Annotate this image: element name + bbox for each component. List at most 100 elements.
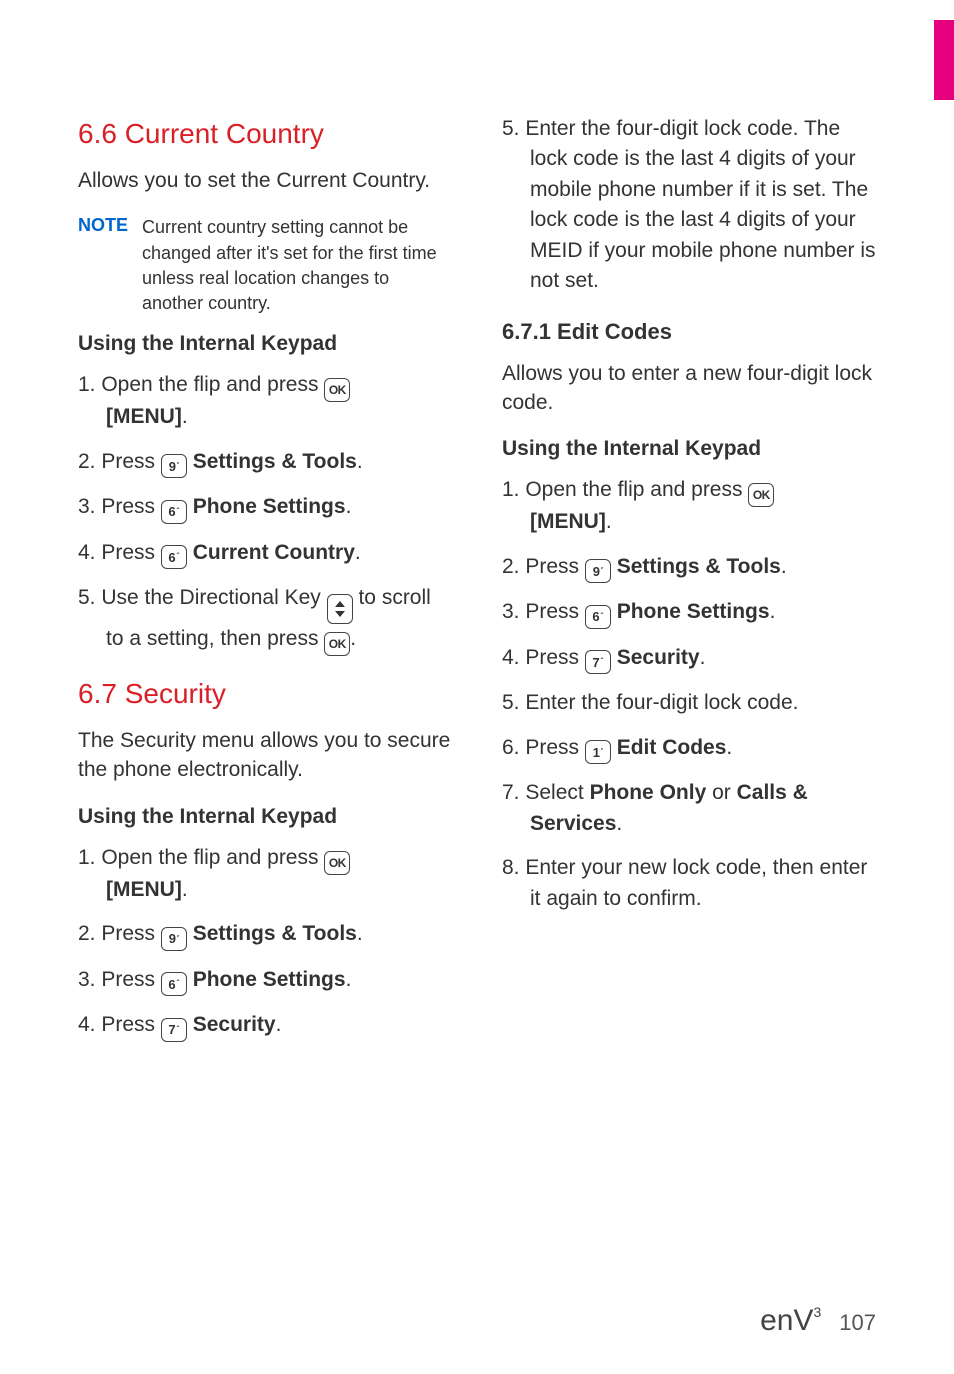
key-7-icon: 7ˆ [585, 650, 611, 674]
page-number: 107 [839, 1310, 876, 1336]
period: . [726, 736, 732, 759]
step-4: 4. Press 7ˆ Security. [502, 643, 876, 675]
left-column: 6.6 Current Country Allows you to set th… [78, 110, 452, 1056]
key-label: 9 [169, 460, 176, 473]
step-2: 2. Press 9′ Settings & Tools. [78, 447, 452, 479]
step-1: 1. Open the flip and press OK [MENU]. [502, 475, 876, 537]
period: . [781, 555, 787, 578]
key-label: 9 [169, 932, 176, 945]
note-label: NOTE [78, 215, 128, 316]
phone-settings-label: Phone Settings [193, 968, 346, 991]
page-content: 6.6 Current Country Allows you to set th… [0, 0, 954, 1056]
key-6-icon: 6ˆ [585, 605, 611, 629]
menu-label: [MENU] [106, 405, 182, 428]
period: . [355, 541, 361, 564]
current-country-label: Current Country [193, 541, 355, 564]
security-label: Security [617, 646, 700, 669]
note-block: NOTE Current country setting cannot be c… [78, 215, 452, 316]
step-text: or [712, 781, 737, 804]
key-sup: ′ [601, 567, 603, 575]
step-8: 8. Enter your new lock code, then enter … [502, 853, 876, 914]
step-5: 5. Enter the four-digit lock code. The l… [502, 114, 876, 297]
step-text: 1. Open the flip and press [78, 373, 324, 396]
key-6-icon: 6ˆ [161, 545, 187, 569]
key-label: 7 [168, 1023, 175, 1036]
step-text: 4. Press [78, 1013, 161, 1036]
key-1-icon: 1′ [585, 740, 611, 764]
logo-superscript: 3 [813, 1304, 821, 1320]
period: . [616, 812, 622, 835]
step-text: 7. Select [502, 781, 590, 804]
period: . [346, 495, 352, 518]
step-3: 3. Press 6ˆ Phone Settings. [502, 597, 876, 629]
keypad-heading: Using the Internal Keypad [78, 805, 452, 829]
section-6-7-intro: The Security menu allows you to secure t… [78, 726, 452, 785]
step-text: 4. Press [78, 541, 161, 564]
key-label: 1 [593, 746, 600, 759]
period: . [346, 968, 352, 991]
period: . [700, 646, 706, 669]
period: . [357, 450, 363, 473]
step-1: 1. Open the flip and press OK [MENU]. [78, 370, 452, 432]
step-text: 2. Press [502, 555, 585, 578]
step-text: 1. Open the flip and press [78, 846, 324, 869]
key-sup: ˆ [601, 658, 604, 666]
brand-logo: enV3 [760, 1304, 821, 1338]
section-6-7-heading: 6.7 Security [78, 678, 452, 710]
ok-key-icon: OK [324, 632, 350, 656]
note-body: Current country setting cannot be change… [142, 215, 452, 316]
key-sup: ′ [177, 462, 179, 470]
ok-key-icon: OK [324, 378, 350, 402]
key-label: 7 [592, 656, 599, 669]
step-text: 5. Use the Directional Key [78, 586, 327, 609]
key-label: 6 [168, 505, 175, 518]
step-3: 3. Press 6ˆ Phone Settings. [78, 492, 452, 524]
period: . [350, 627, 356, 650]
page-footer: enV3 107 [760, 1304, 876, 1338]
right-column: 5. Enter the four-digit lock code. The l… [502, 110, 876, 1056]
key-7-icon: 7ˆ [161, 1018, 187, 1042]
settings-tools-label: Settings & Tools [193, 450, 357, 473]
step-text: 3. Press [78, 968, 161, 991]
key-sup: ′ [177, 935, 179, 943]
key-sup: ˆ [601, 613, 604, 621]
key-sup: ˆ [177, 553, 180, 561]
step-3: 3. Press 6ˆ Phone Settings. [78, 965, 452, 997]
ok-key-icon: OK [324, 851, 350, 875]
step-6: 6. Press 1′ Edit Codes. [502, 733, 876, 765]
logo-text: enV [760, 1304, 813, 1337]
keypad-heading: Using the Internal Keypad [502, 437, 876, 461]
step-2: 2. Press 9′ Settings & Tools. [502, 552, 876, 584]
key-sup: ˆ [177, 980, 180, 988]
step-text: 3. Press [502, 600, 585, 623]
directional-key-icon [327, 594, 353, 624]
step-7: 7. Select Phone Only or Calls & Services… [502, 778, 876, 839]
key-9-icon: 9′ [161, 454, 187, 478]
step-text: 2. Press [78, 450, 161, 473]
key-label: 6 [168, 551, 175, 564]
key-6-icon: 6ˆ [161, 972, 187, 996]
ok-key-icon: OK [748, 483, 774, 507]
step-text: 6. Press [502, 736, 585, 759]
step-5: 5. Enter the four-digit lock code. [502, 688, 876, 718]
key-9-icon: 9′ [585, 559, 611, 583]
step-1: 1. Open the flip and press OK [MENU]. [78, 843, 452, 905]
key-label: 6 [592, 610, 599, 623]
step-2: 2. Press 9′ Settings & Tools. [78, 919, 452, 951]
security-label: Security [193, 1013, 276, 1036]
step-5: 5. Use the Directional Key to scroll to … [78, 583, 452, 656]
period: . [276, 1013, 282, 1036]
step-4: 4. Press 7ˆ Security. [78, 1010, 452, 1042]
section-tab [934, 20, 954, 100]
key-sup: ˆ [177, 508, 180, 516]
step-text: 3. Press [78, 495, 161, 518]
phone-only-label: Phone Only [590, 781, 707, 804]
phone-settings-label: Phone Settings [193, 495, 346, 518]
period: . [182, 405, 188, 428]
step-4: 4. Press 6ˆ Current Country. [78, 538, 452, 570]
key-label: 9 [593, 565, 600, 578]
key-sup: ˆ [177, 1026, 180, 1034]
period: . [606, 510, 612, 533]
key-sup: ′ [601, 748, 603, 756]
step-text: 2. Press [78, 922, 161, 945]
